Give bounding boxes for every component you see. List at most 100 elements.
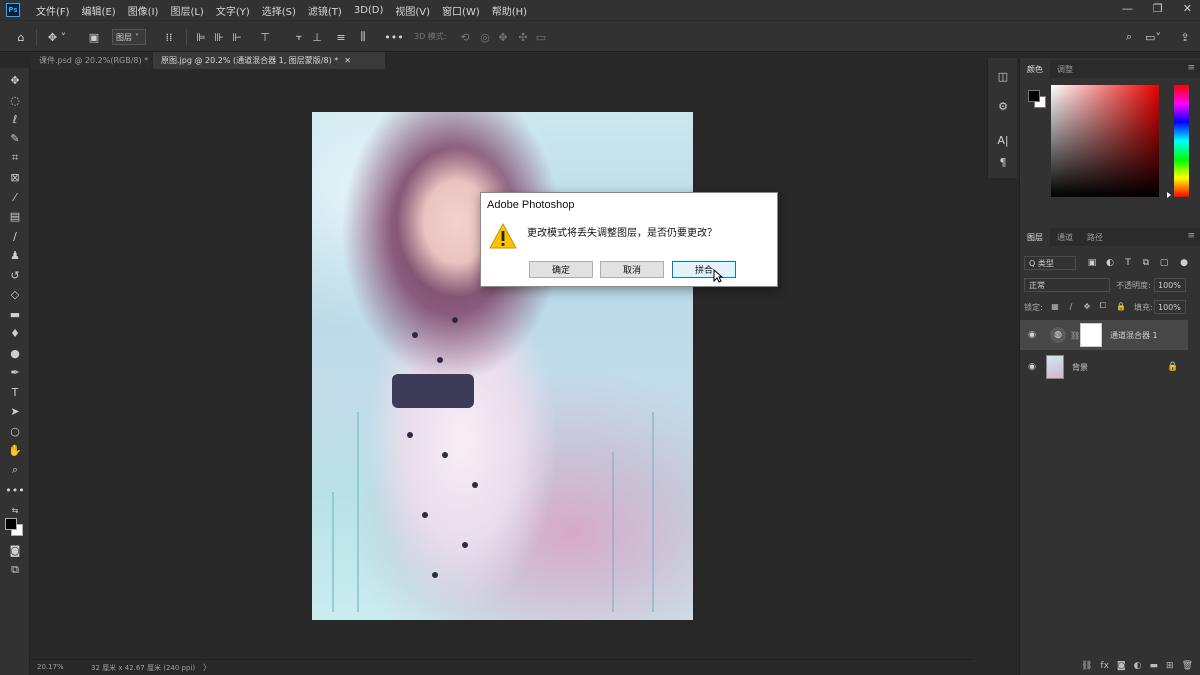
tab-channels[interactable]: 通道 <box>1050 228 1080 246</box>
properties-icon[interactable]: ⚙ <box>995 98 1011 114</box>
lock-transparent-icon[interactable]: ▦ <box>1050 301 1060 311</box>
pixel-filter-icon[interactable]: ▣ <box>1086 257 1098 269</box>
lock-image-icon[interactable]: ∕ <box>1066 301 1076 311</box>
mask-icon[interactable]: ◙ <box>1117 661 1126 671</box>
type-filter-icon[interactable]: T <box>1122 257 1134 269</box>
marquee-tool-icon[interactable]: ◌ <box>6 92 24 108</box>
cancel-button[interactable]: 取消 <box>600 261 664 278</box>
blur-tool-icon[interactable]: ♦ <box>6 325 24 341</box>
menu-edit[interactable]: 编辑(E) <box>82 3 116 18</box>
pen-tool-icon[interactable]: ✒ <box>6 364 24 380</box>
healing-brush-tool-icon[interactable]: ▤ <box>6 208 24 224</box>
visibility-eye-icon[interactable]: ◉ <box>1026 361 1038 373</box>
trash-icon[interactable]: 🗑 <box>1182 661 1193 671</box>
menu-image[interactable]: 图像(I) <box>128 3 159 18</box>
status-menu-arrow[interactable]: 〉 <box>203 662 211 673</box>
restore-button[interactable]: ❐ <box>1153 2 1163 15</box>
smart-object-filter-icon[interactable]: ▢ <box>1158 257 1170 269</box>
quick-mask-icon[interactable]: ◙ <box>6 542 24 558</box>
orbit-3d-icon[interactable]: ⟲ <box>458 28 472 46</box>
eyedropper-tool-icon[interactable]: ⁄ <box>6 189 24 205</box>
visibility-eye-icon[interactable]: ◉ <box>1026 329 1038 341</box>
layer-row[interactable]: ◉ 背景 🔒 <box>1020 352 1188 382</box>
menu-view[interactable]: 视图(V) <box>395 3 430 18</box>
auto-select-icon[interactable]: ▣ <box>86 28 102 46</box>
search-icon[interactable]: ⌕ <box>1122 28 1136 46</box>
libraries-icon[interactable]: ◫ <box>995 68 1011 84</box>
dodge-tool-icon[interactable]: ● <box>6 345 24 361</box>
hue-slider-marker[interactable] <box>1167 192 1171 198</box>
menu-window[interactable]: 窗口(W) <box>442 3 480 18</box>
pan-3d-icon[interactable]: ✥ <box>496 28 510 46</box>
layer-mask-thumbnail[interactable] <box>1080 323 1102 347</box>
menu-help[interactable]: 帮助(H) <box>492 3 527 18</box>
menu-filter[interactable]: 滤镜(T) <box>308 3 342 18</box>
canvas-area[interactable] <box>31 69 973 659</box>
move-tool-icon[interactable]: ✥ <box>6 72 24 88</box>
menu-select[interactable]: 选择(S) <box>262 3 296 18</box>
align-left-icon[interactable]: ⊫ <box>194 28 208 46</box>
lock-position-icon[interactable]: ✥ <box>1082 301 1092 311</box>
more-options-icon[interactable]: ••• <box>384 28 403 46</box>
align-bottom-icon[interactable]: ⊥ <box>310 28 324 46</box>
layer-row[interactable]: ◉ ◍ ⛓ 通道混合器 1 <box>1020 320 1188 350</box>
lock-all-icon[interactable]: 🔒 <box>1116 301 1126 311</box>
share-icon[interactable]: ⇪ <box>1178 28 1192 46</box>
paragraph-icon[interactable]: ¶ <box>995 154 1011 170</box>
panel-menu-icon[interactable]: ≡ <box>1187 231 1195 241</box>
foreground-color-swatch[interactable] <box>1028 90 1040 102</box>
foreground-color-swatch[interactable] <box>5 518 17 530</box>
folder-icon[interactable]: ▬ <box>1150 661 1159 671</box>
document-image[interactable] <box>312 112 693 620</box>
auto-select-target-select[interactable]: 图层 ˅ <box>112 29 146 45</box>
color-picker-field[interactable] <box>1051 85 1159 197</box>
zoom-tool-icon[interactable]: ⌕ <box>6 462 24 478</box>
layer-kind-filter[interactable]: Q 类型 <box>1024 256 1076 270</box>
type-tool-icon[interactable]: T <box>6 384 24 400</box>
zoom-level[interactable]: 20.17% <box>37 663 64 671</box>
close-icon[interactable]: ✕ <box>344 56 351 65</box>
adjustment-icon[interactable]: ◐ <box>1134 661 1142 671</box>
menu-file[interactable]: 文件(F) <box>36 3 70 18</box>
fx-icon[interactable]: fx <box>1100 661 1109 671</box>
transform-controls-icon[interactable]: ⁞⁞ <box>160 28 178 46</box>
align-right-icon[interactable]: ⊩ <box>230 28 244 46</box>
panel-menu-icon[interactable]: ≡ <box>1187 63 1195 73</box>
slide-3d-icon[interactable]: ✣ <box>516 28 530 46</box>
lock-artboard-icon[interactable]: ⧠ <box>1098 301 1108 311</box>
filter-toggle-icon[interactable]: ● <box>1178 257 1190 269</box>
home-icon[interactable]: ⌂ <box>12 28 30 46</box>
shape-tool-icon[interactable]: ○ <box>6 423 24 439</box>
ok-button[interactable]: 确定 <box>529 261 593 278</box>
tab-adjustments[interactable]: 调整 <box>1050 60 1080 78</box>
opacity-input[interactable]: 100% <box>1154 278 1186 292</box>
eraser-tool-icon[interactable]: ◇ <box>6 286 24 302</box>
align-top-icon[interactable]: ⊤ <box>258 28 272 46</box>
workspace-icon[interactable]: ▭˅ <box>1142 28 1164 46</box>
quick-select-tool-icon[interactable]: ✎ <box>6 130 24 146</box>
new-layer-icon[interactable]: ⊞ <box>1166 661 1174 671</box>
menu-3d[interactable]: 3D(D) <box>354 5 384 16</box>
tab-original-jpg[interactable]: 原图.jpg @ 20.2% (通道混合器 1, 图层蒙版/8) * ✕ <box>153 52 385 69</box>
character-icon[interactable]: A| <box>995 132 1011 148</box>
clone-stamp-tool-icon[interactable]: ♟ <box>6 247 24 263</box>
history-brush-tool-icon[interactable]: ↺ <box>6 267 24 283</box>
crop-tool-icon[interactable]: ⌗ <box>6 150 24 166</box>
shape-filter-icon[interactable]: ⧉ <box>1140 257 1152 269</box>
blend-mode-select[interactable]: 正常 <box>1024 278 1110 292</box>
menu-type[interactable]: 文字(Y) <box>216 3 250 18</box>
hand-tool-icon[interactable]: ✋ <box>6 442 24 458</box>
lasso-tool-icon[interactable]: ℓ <box>6 111 24 127</box>
gradient-tool-icon[interactable]: ▬ <box>6 306 24 322</box>
brush-tool-icon[interactable]: ∕ <box>6 228 24 244</box>
camera-3d-icon[interactable]: ▭ <box>534 28 548 46</box>
tab-courseware-psd[interactable]: 课件.psd @ 20.2%(RGB/8) * ✕ <box>31 52 161 69</box>
screen-mode-icon[interactable]: ⧉ <box>6 562 24 578</box>
distribute-icon[interactable]: ≡ <box>334 28 348 46</box>
align-middle-icon[interactable]: ⫟ <box>292 28 306 46</box>
more-tools-icon[interactable]: ••• <box>5 482 24 498</box>
hue-slider[interactable] <box>1174 85 1189 197</box>
link-icon[interactable]: ⛓ <box>1070 331 1080 340</box>
move-tool-preset-icon[interactable]: ✥ ˅ <box>44 28 70 46</box>
frame-tool-icon[interactable]: ⊠ <box>6 169 24 185</box>
